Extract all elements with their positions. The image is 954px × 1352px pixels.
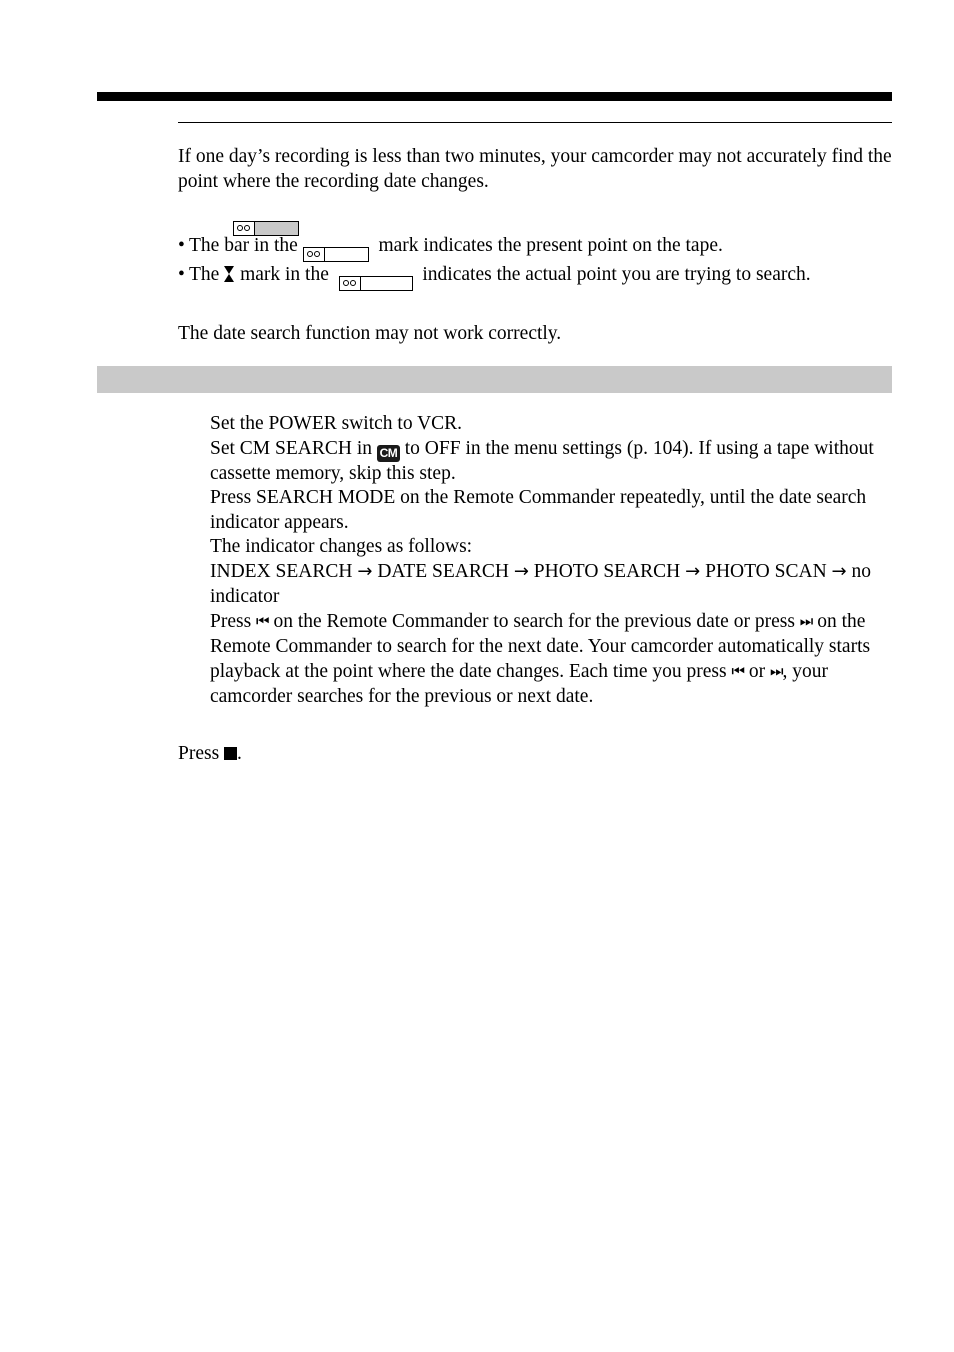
- note-paragraph: The date search function may not work co…: [178, 323, 562, 344]
- bullet-text-after: indicates the actual point you are tryin…: [422, 264, 811, 285]
- tape-track: [325, 248, 368, 261]
- arrow-icon: →: [357, 560, 373, 582]
- previous-track-icon: ⏮: [731, 662, 744, 681]
- bullet-dot: •: [178, 235, 185, 256]
- cassette-memory-badge-icon: CM: [376, 444, 400, 462]
- list-item: • The bar in the mark indicates the prese…: [178, 233, 894, 262]
- indicator-sequence: INDEX SEARCH → DATE SEARCH → PHOTO SEARC…: [210, 560, 894, 609]
- tape-reels-icon: [339, 277, 361, 290]
- list-item: • The mark in the indicates the actual po…: [178, 262, 894, 291]
- step-5-text-a: Press: [210, 611, 252, 633]
- sequence-item-4: PHOTO SCAN: [705, 560, 827, 582]
- cassette-tape-mark-icon: [302, 247, 369, 262]
- tape-reels-icon: [303, 248, 325, 261]
- bullet-text-mid: mark in the: [240, 264, 329, 285]
- closing-text-before: Press: [178, 743, 220, 764]
- arrow-icon: →: [513, 560, 529, 582]
- sequence-item-1: INDEX SEARCH: [210, 560, 353, 582]
- bullet-list: • The bar in the mark indicates the prese…: [178, 233, 894, 291]
- step-5: Press ⏮ on the Remote Commander to searc…: [210, 609, 894, 709]
- stop-button-icon: [224, 747, 238, 760]
- step-2: Set CM SEARCH in CM to OFF in the menu s…: [210, 437, 894, 487]
- step-5-text-b: on the Remote Commander to search for th…: [273, 611, 795, 633]
- tape-track: [361, 277, 412, 290]
- header-thin-rule: [178, 122, 892, 123]
- section-header-band: [97, 366, 892, 393]
- step-1: Set the POWER switch to VCR.: [210, 413, 463, 434]
- closing-paragraph: Press .: [178, 741, 894, 766]
- next-track-icon: ⏭: [799, 612, 813, 631]
- step-3: Press SEARCH MODE on the Remote Commande…: [210, 487, 867, 533]
- step-4-lead: The indicator changes as follows:: [210, 536, 473, 558]
- bullet-text-before: The: [189, 264, 220, 285]
- step-5-text-d: or: [748, 661, 766, 683]
- procedure-steps: Set the POWER switch to VCR. Set CM SEAR…: [210, 412, 894, 710]
- header-black-bar: [97, 92, 892, 101]
- arrow-icon: →: [685, 560, 701, 582]
- bullet-text-after: mark indicates the present point on the …: [378, 235, 723, 256]
- intro-paragraph: If one day’s recording is less than two …: [178, 146, 892, 192]
- search-point-hourglass-icon: [224, 266, 235, 282]
- sequence-item-2: DATE SEARCH: [377, 560, 509, 582]
- bullet-text-before: The bar in the: [189, 235, 298, 256]
- step-2-text-before: Set CM SEARCH in: [210, 437, 372, 459]
- closing-text-after: .: [237, 743, 242, 764]
- cassette-tape-mark-icon: [338, 276, 413, 291]
- bullet-dot: •: [178, 264, 185, 285]
- arrow-icon: →: [831, 560, 847, 582]
- previous-track-icon: ⏮: [256, 612, 269, 631]
- sequence-item-3: PHOTO SEARCH: [533, 560, 681, 582]
- next-track-icon: ⏭: [769, 662, 783, 681]
- section-header-label: [97, 366, 892, 369]
